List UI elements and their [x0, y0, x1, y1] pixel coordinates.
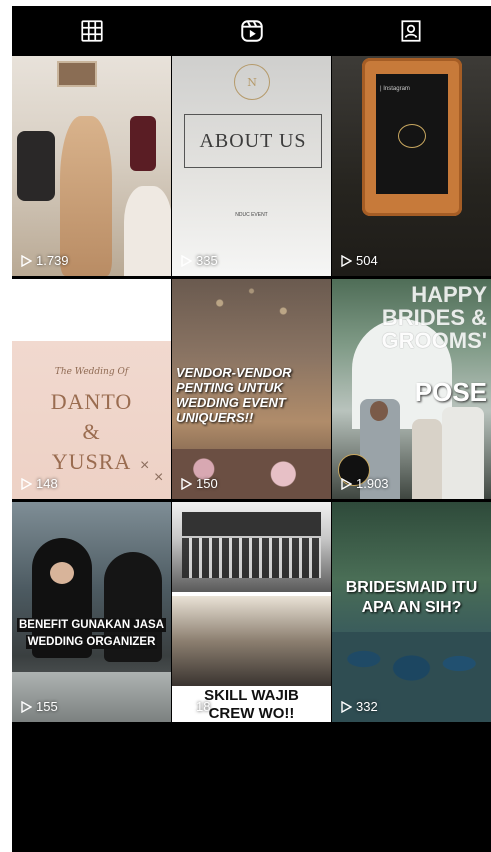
overlay-line: WEDDING ORGANIZER	[25, 635, 158, 649]
overlay-line: BRIDES &	[381, 305, 487, 330]
ampersand: &	[82, 419, 101, 444]
tab-reels[interactable]	[172, 6, 332, 56]
view-count: 150	[181, 476, 218, 491]
play-icon	[341, 254, 352, 267]
view-count: 148	[21, 476, 58, 491]
reel-tile-5[interactable]: VENDOR-VENDOR PENTING UNTUK WEDDING EVEN…	[172, 279, 331, 499]
reel-tile-1[interactable]: 1.739	[12, 56, 171, 276]
reel-tile-3[interactable]: | Instagram 504	[332, 56, 491, 276]
overlay-line: APA AN SIH?	[361, 599, 462, 616]
gold-emblem	[398, 124, 426, 148]
table-surface	[12, 672, 171, 722]
person-figure	[17, 131, 55, 201]
instagram-label: | Instagram	[380, 86, 410, 92]
wedding-script-text: The Wedding Of	[54, 367, 129, 377]
view-count: 155	[21, 699, 58, 714]
view-count: 504	[341, 253, 378, 268]
reels-grid: 1.739 N ABOUT US NDUC EVENT 335 | Instag…	[12, 56, 491, 722]
view-count-value: 1.903	[356, 476, 389, 491]
tab-tagged[interactable]	[331, 6, 491, 56]
view-count-value: 150	[196, 476, 218, 491]
profile-reels-screen: 1.739 N ABOUT US NDUC EVENT 335 | Instag…	[12, 6, 491, 852]
decor-cross: ×	[154, 469, 164, 486]
play-icon	[21, 700, 32, 713]
reel-tile-9[interactable]: BRIDESMAID ITU APA AN SIH? 332	[332, 502, 491, 722]
overlay-line: GROOMS'	[381, 328, 487, 353]
brand-logo: N	[234, 64, 270, 100]
tagged-icon	[401, 20, 421, 42]
grid-icon	[81, 20, 103, 42]
decor-cross: ×	[140, 457, 150, 474]
view-count-value: 18	[196, 699, 211, 714]
about-us-box: ABOUT US	[184, 114, 322, 168]
overlay-line: BRIDESMAID ITU	[345, 579, 478, 596]
reel-tile-8[interactable]: SKILL WAJIB CREW WO!! 18	[172, 502, 331, 722]
tab-posts-grid[interactable]	[12, 6, 172, 56]
play-icon	[341, 700, 352, 713]
gown-figure	[60, 116, 112, 276]
about-us-title: ABOUT US	[199, 129, 307, 152]
play-icon	[181, 477, 192, 490]
reel-tile-6[interactable]: HAPPY BRIDES & GROOMS' POSE 1.903	[332, 279, 491, 499]
view-count-value: 155	[36, 699, 58, 714]
stage-backdrop	[182, 512, 321, 536]
view-count-value: 1.739	[36, 253, 69, 268]
view-count: 18	[181, 699, 210, 714]
overlay-line: HAPPY	[411, 282, 487, 307]
white-dress	[124, 186, 171, 276]
play-icon	[181, 254, 192, 267]
view-count: 1.739	[21, 253, 69, 268]
view-count: 1.903	[341, 476, 389, 491]
view-count-value: 332	[356, 699, 378, 714]
pose-text: POSE	[414, 377, 487, 407]
reel-headline: VENDOR-VENDOR PENTING UNTUK WEDDING EVEN…	[176, 365, 292, 425]
flower-decor	[172, 449, 331, 499]
benefit-banner: BENEFIT GUNAKAN JASA WEDDING ORGANIZER	[14, 617, 169, 651]
play-icon	[21, 254, 32, 267]
wall-panel	[57, 61, 97, 87]
small-caption: NDUC EVENT	[235, 212, 268, 218]
overlay-line: BENEFIT GUNAKAN JASA	[16, 618, 167, 632]
bride-figure	[412, 419, 442, 499]
view-count-value: 148	[36, 476, 58, 491]
view-count-value: 504	[356, 253, 378, 268]
play-icon	[341, 477, 352, 490]
reel-tile-2[interactable]: N ABOUT US NDUC EVENT 335	[172, 56, 331, 276]
venue-photo	[172, 596, 331, 686]
reel-tile-4[interactable]: The Wedding Of DANTO & YUSRA × × 148	[12, 279, 171, 499]
play-icon	[181, 700, 192, 713]
reel-tile-7[interactable]: BENEFIT GUNAKAN JASA WEDDING ORGANIZER 1…	[12, 502, 171, 722]
profile-tab-bar	[12, 6, 491, 56]
view-count-value: 335	[196, 253, 218, 268]
reels-icon	[240, 20, 263, 42]
happy-brides-grooms-text: HAPPY BRIDES & GROOMS'	[382, 283, 487, 352]
play-icon	[21, 477, 32, 490]
string-lights	[172, 279, 331, 359]
mannequin	[130, 116, 156, 171]
crew-crowd	[182, 538, 321, 578]
groom-head	[370, 401, 388, 421]
woman-face	[50, 562, 74, 584]
view-count: 332	[341, 699, 378, 714]
groom-name: DANTO	[50, 389, 133, 414]
bridesmaid-question: BRIDESMAID ITU APA AN SIH?	[332, 578, 491, 618]
view-count: 335	[181, 253, 218, 268]
saxophonist-figure	[442, 407, 484, 499]
